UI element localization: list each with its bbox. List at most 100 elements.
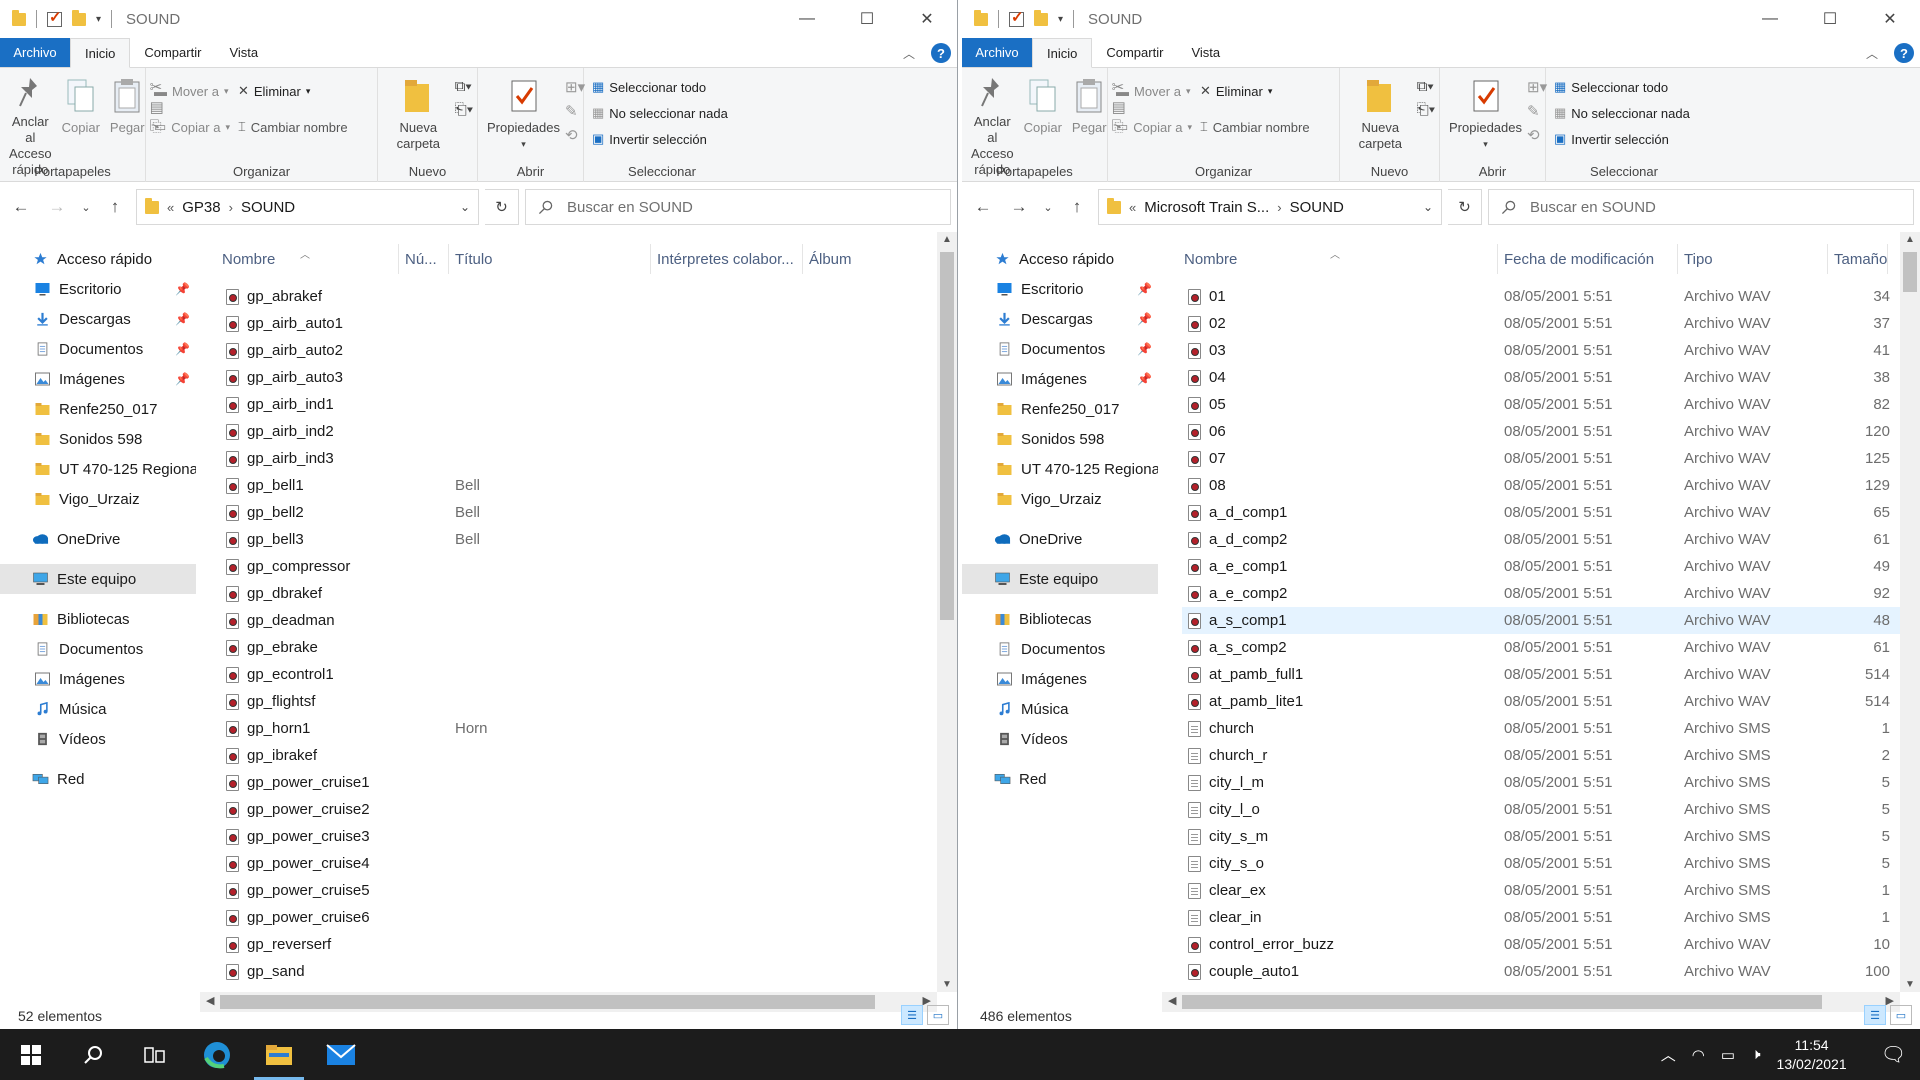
file-row[interactable]: clear_in 08/05/2001 5:51 Archivo SMS 1 — [1182, 904, 1910, 931]
column-header[interactable]: Nú... — [399, 244, 449, 274]
column-header[interactable]: Tamaño — [1828, 244, 1888, 274]
nav-item[interactable]: Escritorio 📌 — [962, 274, 1158, 304]
tab-share[interactable]: Compartir — [130, 38, 215, 67]
file-row[interactable]: gp_ebrake — [220, 634, 780, 661]
chevron-down-icon[interactable]: ▾ — [96, 14, 101, 25]
file-row[interactable]: gp_abrakef — [220, 283, 780, 310]
refresh-button[interactable]: ↻ — [1448, 189, 1482, 225]
nav-item[interactable]: Red — [962, 764, 1158, 794]
file-row[interactable]: a_d_comp1 08/05/2001 5:51 Archivo WAV 65 — [1182, 499, 1910, 526]
notifications-icon[interactable]: 🗨 — [1881, 1042, 1906, 1067]
task-view-icon[interactable] — [124, 1029, 186, 1080]
select-all-button[interactable]: ▦ Seleccionar todo — [588, 74, 732, 100]
file-row[interactable]: clear_ex 08/05/2001 5:51 Archivo SMS 1 — [1182, 877, 1910, 904]
breadcrumb-parent[interactable]: Microsoft Train S... — [1144, 199, 1269, 216]
file-row[interactable]: gp_power_cruise4 — [220, 850, 780, 877]
collapse-ribbon-icon[interactable]: ︿ — [903, 45, 915, 62]
column-header[interactable]: Fecha de modificación — [1498, 244, 1678, 274]
large-icons-view-icon[interactable]: ▭ — [927, 1005, 949, 1025]
copy-to-button[interactable]: ▭ Copiar a ▾ — [150, 114, 234, 140]
tab-file[interactable]: Archivo — [0, 38, 70, 67]
file-row[interactable]: couple_auto1 08/05/2001 5:51 Archivo WAV 10… — [1182, 958, 1910, 985]
copy-to-button[interactable]: ▭ Copiar a ▾ — [1112, 114, 1196, 140]
select-all-button[interactable]: ▦ Seleccionar todo — [1550, 74, 1694, 100]
nav-item[interactable]: Sonidos 598 — [962, 424, 1158, 454]
tab-file[interactable]: Archivo — [962, 38, 1032, 67]
nav-item[interactable]: Acceso rápido — [0, 244, 196, 274]
file-row[interactable]: a_e_comp1 08/05/2001 5:51 Archivo WAV 49 — [1182, 553, 1910, 580]
file-row[interactable]: gp_reverserf — [220, 931, 780, 958]
network-icon[interactable]: ◠ — [1692, 1046, 1705, 1064]
file-row[interactable]: a_s_comp2 08/05/2001 5:51 Archivo WAV 61 — [1182, 634, 1910, 661]
tab-home[interactable]: Inicio — [1032, 38, 1093, 68]
nav-item[interactable]: Documentos 📌 — [962, 334, 1158, 364]
file-row[interactable]: a_d_comp2 08/05/2001 5:51 Archivo WAV 61 — [1182, 526, 1910, 553]
nav-item[interactable]: Descargas 📌 — [962, 304, 1158, 334]
nav-item[interactable]: Acceso rápido — [962, 244, 1158, 274]
chevron-up-icon[interactable]: ︿ — [1661, 1044, 1676, 1065]
nav-item[interactable]: Descargas 📌 — [0, 304, 196, 334]
delete-button[interactable]: ✕ Eliminar ▾ — [1196, 78, 1314, 104]
file-row[interactable]: gp_power_cruise1 — [220, 769, 780, 796]
file-row[interactable]: gp_airb_auto3 — [220, 364, 780, 391]
edit-icon[interactable]: ✎ — [1527, 102, 1547, 120]
file-row[interactable]: gp_airb_auto1 — [220, 310, 780, 337]
scroll-thumb[interactable] — [1903, 252, 1917, 292]
minimize-button[interactable]: — — [1740, 0, 1800, 38]
nav-item[interactable]: Este equipo — [962, 564, 1158, 594]
recent-locations-icon[interactable]: ⌄ — [78, 201, 94, 214]
file-row[interactable]: gp_compressor — [220, 553, 780, 580]
file-row[interactable]: gp_flightsf — [220, 688, 780, 715]
mail-icon[interactable] — [310, 1029, 372, 1080]
scroll-up-icon[interactable]: ▲ — [937, 234, 957, 245]
breadcrumb-parent[interactable]: GP38 — [182, 199, 220, 216]
open-icon[interactable]: ⊞▾ — [565, 78, 585, 96]
tab-share[interactable]: Compartir — [1092, 38, 1177, 67]
file-row[interactable]: gp_power_cruise2 — [220, 796, 780, 823]
properties-quick-icon[interactable] — [1009, 8, 1024, 27]
file-row[interactable]: gp_horn1 Horn — [220, 715, 780, 742]
nav-item[interactable]: OneDrive — [962, 524, 1158, 554]
nav-item[interactable]: Vigo_Urzaiz — [0, 484, 196, 514]
forward-arrow-icon[interactable]: → — [1004, 197, 1034, 217]
tab-home[interactable]: Inicio — [70, 38, 131, 68]
nav-item[interactable]: Música — [962, 694, 1158, 724]
breadcrumb-current[interactable]: SOUND — [1290, 199, 1344, 216]
delete-button[interactable]: ✕ Eliminar ▾ — [234, 78, 352, 104]
nav-item[interactable]: Red — [0, 764, 196, 794]
file-row[interactable]: 04 08/05/2001 5:51 Archivo WAV 38 — [1182, 364, 1910, 391]
nav-item[interactable]: UT 470-125 Regional — [0, 454, 196, 484]
rename-button[interactable]: ⌶ Cambiar nombre — [1196, 114, 1314, 140]
file-row[interactable]: at_pamb_full1 08/05/2001 5:51 Archivo WAV 5… — [1182, 661, 1910, 688]
file-row[interactable]: gp_econtrol1 — [220, 661, 780, 688]
file-row[interactable]: church_r 08/05/2001 5:51 Archivo SMS 2 — [1182, 742, 1910, 769]
scroll-thumb[interactable] — [940, 252, 954, 620]
file-row[interactable]: gp_airb_ind2 — [220, 418, 780, 445]
file-row[interactable]: gp_ibrakef — [220, 742, 780, 769]
breadcrumb-separator-icon[interactable]: › — [1277, 200, 1281, 215]
select-none-button[interactable]: ▦ No seleccionar nada — [588, 100, 732, 126]
nav-item[interactable]: Vídeos — [962, 724, 1158, 754]
file-row[interactable]: a_s_comp1 08/05/2001 5:51 Archivo WAV 48 — [1182, 607, 1910, 634]
breadcrumb-current[interactable]: SOUND — [241, 199, 295, 216]
invert-selection-button[interactable]: ▣ Invertir selección — [588, 126, 732, 152]
path-box[interactable]: « Microsoft Train S... › SOUND ⌄ — [1098, 189, 1442, 225]
column-header[interactable]: Álbum — [803, 244, 938, 274]
file-row[interactable]: city_l_m 08/05/2001 5:51 Archivo SMS 5 — [1182, 769, 1910, 796]
recent-locations-icon[interactable]: ⌄ — [1040, 201, 1056, 214]
file-row[interactable]: church 08/05/2001 5:51 Archivo SMS 1 — [1182, 715, 1910, 742]
path-dropdown-icon[interactable]: ⌄ — [1423, 200, 1433, 214]
file-row[interactable]: gp_power_cruise5 — [220, 877, 780, 904]
history-icon[interactable]: ⟲ — [565, 126, 585, 144]
close-button[interactable]: ✕ — [1860, 0, 1920, 38]
file-row[interactable]: 06 08/05/2001 5:51 Archivo WAV 120 — [1182, 418, 1910, 445]
close-button[interactable]: ✕ — [897, 0, 957, 38]
nav-item[interactable]: Imágenes 📌 — [962, 364, 1158, 394]
file-row[interactable]: a_e_comp2 08/05/2001 5:51 Archivo WAV 92 — [1182, 580, 1910, 607]
nav-item[interactable]: OneDrive — [0, 524, 196, 554]
column-header[interactable]: Tipo — [1678, 244, 1828, 274]
file-row[interactable]: gp_bell3 Bell — [220, 526, 780, 553]
path-box[interactable]: « GP38 › SOUND ⌄ — [136, 189, 479, 225]
nav-item[interactable]: Este equipo — [0, 564, 196, 594]
file-row[interactable]: city_s_m 08/05/2001 5:51 Archivo SMS 5 — [1182, 823, 1910, 850]
